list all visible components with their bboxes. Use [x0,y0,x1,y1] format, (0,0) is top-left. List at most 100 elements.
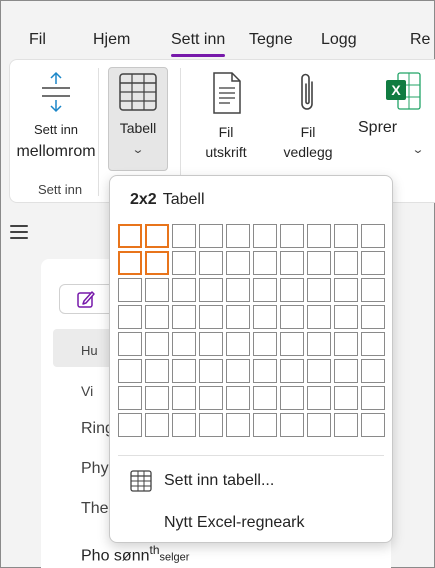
table-grid-cell[interactable] [253,224,277,248]
page-item[interactable]: Phy [81,460,109,478]
table-grid-cell[interactable] [199,305,223,329]
table-grid-cell[interactable] [145,386,169,410]
table-grid-cell[interactable] [172,305,196,329]
page-item[interactable]: Hu [81,343,98,358]
page-item[interactable]: Pho sønnthselger [81,543,189,565]
table-grid-cell[interactable] [280,386,304,410]
table-grid-cell[interactable] [334,251,358,275]
tab-insert[interactable]: Sett inn [171,31,226,57]
table-grid-cell[interactable] [145,224,169,248]
table-grid-cell[interactable] [361,413,385,437]
table-grid-cell[interactable] [307,386,331,410]
table-grid-cell[interactable] [253,278,277,302]
table-grid-cell[interactable] [307,359,331,383]
table-grid-cell[interactable] [199,224,223,248]
table-grid-cell[interactable] [280,332,304,356]
table-grid-cell[interactable] [361,278,385,302]
table-grid-cell[interactable] [307,278,331,302]
table-grid-cell[interactable] [199,359,223,383]
table-grid-cell[interactable] [253,386,277,410]
table-grid-cell[interactable] [307,251,331,275]
table-grid-cell[interactable] [280,305,304,329]
table-grid-cell[interactable] [118,305,142,329]
table-grid-cell[interactable] [361,359,385,383]
table-grid-cell[interactable] [145,413,169,437]
table-grid-cell[interactable] [253,359,277,383]
tab-home[interactable]: Hjem [93,31,130,49]
table-grid-cell[interactable] [253,413,277,437]
table-grid-cell[interactable] [226,386,250,410]
tab-file[interactable]: Fil [29,31,46,49]
file-attachment-button[interactable]: Fil vedlegg [274,70,342,162]
table-grid-cell[interactable] [307,224,331,248]
table-grid-cell[interactable] [253,305,277,329]
page-item[interactable]: Vi [81,383,93,399]
table-grid-cell[interactable] [334,224,358,248]
table-grid-cell[interactable] [361,251,385,275]
table-grid-cell[interactable] [145,278,169,302]
tab-log[interactable]: Logg [321,31,357,49]
menu-icon[interactable] [10,225,28,239]
table-grid-cell[interactable] [172,251,196,275]
table-grid-cell[interactable] [118,278,142,302]
table-grid-cell[interactable] [280,359,304,383]
table-grid-cell[interactable] [226,359,250,383]
table-grid-cell[interactable] [199,251,223,275]
table-size-grid[interactable] [118,224,385,437]
table-grid-cell[interactable] [253,251,277,275]
table-grid-cell[interactable] [280,278,304,302]
table-grid-cell[interactable] [199,332,223,356]
table-grid-cell[interactable] [118,386,142,410]
table-button[interactable]: Tabell ⌄ [108,67,168,171]
table-grid-cell[interactable] [172,224,196,248]
table-grid-cell[interactable] [172,386,196,410]
table-grid-cell[interactable] [145,359,169,383]
table-grid-cell[interactable] [307,413,331,437]
table-grid-cell[interactable] [172,278,196,302]
file-printout-button[interactable]: Fil utskrift [192,70,260,162]
table-grid-cell[interactable] [334,386,358,410]
table-grid-cell[interactable] [334,413,358,437]
table-grid-cell[interactable] [172,413,196,437]
table-grid-cell[interactable] [145,251,169,275]
table-grid-cell[interactable] [280,251,304,275]
table-grid-cell[interactable] [361,332,385,356]
table-grid-cell[interactable] [199,413,223,437]
table-grid-cell[interactable] [334,305,358,329]
table-grid-cell[interactable] [253,332,277,356]
table-grid-cell[interactable] [199,278,223,302]
table-grid-cell[interactable] [226,278,250,302]
table-grid-cell[interactable] [334,359,358,383]
table-grid-cell[interactable] [226,305,250,329]
table-grid-cell[interactable] [199,386,223,410]
table-grid-cell[interactable] [118,359,142,383]
table-grid-cell[interactable] [361,386,385,410]
table-grid-cell[interactable] [280,413,304,437]
table-grid-cell[interactable] [280,224,304,248]
table-grid-cell[interactable] [307,305,331,329]
table-grid-cell[interactable] [226,413,250,437]
tab-review[interactable]: Re [410,31,430,49]
table-grid-cell[interactable] [145,332,169,356]
table-grid-cell[interactable] [334,332,358,356]
table-grid-cell[interactable] [226,224,250,248]
table-grid-cell[interactable] [145,305,169,329]
spreadsheet-button[interactable]: X Sprer ⌄ [358,70,428,160]
table-grid-cell[interactable] [118,224,142,248]
table-grid-cell[interactable] [226,332,250,356]
insert-table-menu-item[interactable]: Sett inn tabell... [110,463,392,499]
table-grid-cell[interactable] [334,278,358,302]
table-grid-cell[interactable] [172,332,196,356]
tab-draw[interactable]: Tegne [249,31,293,49]
table-grid-cell[interactable] [118,332,142,356]
table-grid-cell[interactable] [172,359,196,383]
table-grid-cell[interactable] [226,251,250,275]
page-item[interactable]: The [81,500,109,518]
table-grid-cell[interactable] [361,224,385,248]
new-excel-menu-item[interactable]: Nytt Excel-regneark [110,505,392,541]
table-grid-cell[interactable] [361,305,385,329]
table-grid-cell[interactable] [307,332,331,356]
table-grid-cell[interactable] [118,413,142,437]
table-grid-cell[interactable] [118,251,142,275]
insert-space-button[interactable]: Sett inn mellomrom [14,70,98,162]
